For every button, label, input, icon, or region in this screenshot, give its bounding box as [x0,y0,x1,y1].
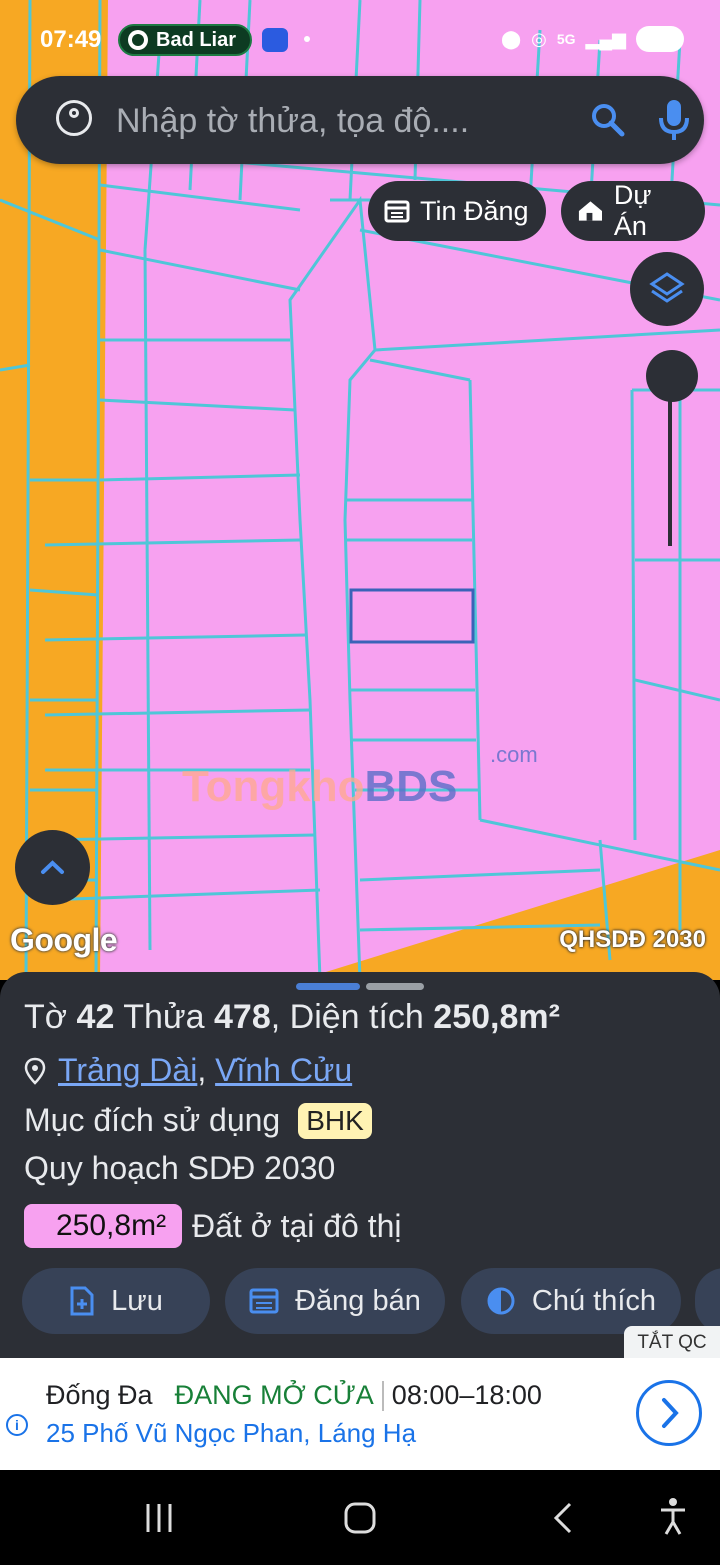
purpose-label: Mục đích sử dụng [24,1102,281,1138]
network-label: 5G [556,31,576,47]
google-attribution: Google [10,922,118,958]
search-bar[interactable] [16,76,704,164]
sheet-handle-active[interactable] [296,983,360,990]
overlay-label: QHSDĐ 2030 [559,926,706,953]
projects-chip-label: Dự Án [613,180,652,241]
plan-area-description: Đất ở tại đô thị [192,1207,402,1244]
save-button[interactable]: Lưu [22,1268,210,1334]
status-bar: 07:49 Bad Liar ⬤ ◎ 5G ▂▄▆ 100 [0,0,720,78]
watermark-brand-b: BDS [364,762,458,811]
ad-address: 25 Phố Vũ Ngọc Phan, Láng Hạ [46,1418,417,1448]
plot-label: Thửa [123,998,205,1036]
system-nav-bar [0,1470,720,1560]
media-label: Bad Liar [156,28,237,51]
ad-banner[interactable]: i Đống Đa ĐANG MỞ CỬA 08:00–18:00 25 Phố… [0,1358,720,1470]
save-button-label: Lưu [111,1284,163,1317]
contrast-icon [487,1287,515,1315]
ad-hours: 08:00–18:00 [391,1380,542,1410]
layers-icon [649,272,685,303]
hotspot-icon: ◎ [531,28,547,49]
location-pin-icon [24,1057,46,1085]
area-value: 250,8m² [433,998,560,1036]
watermark-logo: Tongkho BDS .com [182,742,538,812]
sheet-handle[interactable] [366,983,424,990]
watermark-suffix: .com [490,742,538,767]
news-chip-label: Tin Đăng [420,195,529,226]
ward-link[interactable]: Trảng Dài [58,1052,197,1089]
search-icon[interactable] [590,102,626,138]
location-icon: ⬤ [500,28,522,49]
parcel-title: Tờ 42 Thửa 478, Diện tích 250,8m² [24,998,560,1036]
hide-ad-button[interactable]: TẮT QC [624,1326,720,1360]
info-icon[interactable]: i [6,1414,28,1436]
layers-button[interactable] [630,252,704,326]
post-sale-button[interactable]: Đăng bán [225,1268,445,1334]
recent-apps-icon[interactable] [146,1504,172,1532]
back-icon[interactable] [553,1502,572,1534]
search-input[interactable] [114,94,558,148]
plan-label: Quy hoạch SDĐ 2030 [24,1150,336,1186]
notification-dot-icon [304,36,310,42]
opacity-slider-track[interactable] [668,380,672,546]
mic-icon[interactable] [656,98,692,142]
plan-area-row: 250,8m² Đất ở tại đô thị [24,1204,402,1248]
ad-title-row: Đống Đa ĐANG MỞ CỬA 08:00–18:00 [46,1380,542,1411]
area-label: Diện tích [289,998,424,1036]
sheet-number: 42 [76,998,115,1036]
location-row: Trảng Dài, Vĩnh Cửu [24,1052,352,1089]
chevron-up-icon [41,860,64,874]
ad-separator [381,1380,384,1411]
building-icon [578,201,602,221]
system-icons: ⬤ ◎ 5G ▂▄▆ 100 [501,26,684,52]
media-pill[interactable]: Bad Liar [118,24,253,56]
calendar-icon [384,200,410,223]
watermark-brand-a: Tongkho [182,762,365,811]
opacity-slider-handle[interactable] [646,350,698,402]
globe-icon [128,30,148,50]
expand-button[interactable] [15,830,90,905]
battery-icon: 100 [636,26,684,52]
district-link[interactable]: Vĩnh Cửu [215,1052,352,1089]
status-time: 07:49 [40,26,102,53]
parcel-info-sheet[interactable]: Tờ 42 Thửa 478, Diện tích 250,8m² Trảng … [0,972,720,1358]
sheet-label: Tờ [24,998,68,1036]
purpose-row: Mục đích sử dụng BHK [24,1102,372,1139]
home-app-icon [262,28,288,52]
legend-button-label: Chú thích [531,1284,657,1317]
accessibility-icon[interactable] [661,1498,685,1535]
projects-chip[interactable]: Dự Án [561,180,705,241]
plot-number: 478 [214,998,271,1036]
ad-open-button[interactable] [636,1380,702,1446]
legend-button[interactable]: Chú thích [461,1268,681,1334]
post-sale-button-label: Đăng bán [295,1284,421,1317]
account-icon[interactable] [56,100,92,136]
home-icon[interactable] [344,1502,376,1534]
chevron-right-icon [662,1398,679,1428]
ad-open-status: ĐANG MỞ CỬA [174,1380,374,1410]
plan-area-chip: 250,8m² [24,1204,182,1248]
signal-icon: ▂▄▆ [585,28,626,49]
ad-business-name: Đống Đa [46,1380,153,1410]
purpose-badge: BHK [298,1102,372,1139]
file-plus-icon [70,1286,94,1316]
news-chip[interactable]: Tin Đăng [368,181,546,241]
calendar-list-icon [249,1288,279,1314]
more-action-button[interactable] [695,1268,720,1334]
